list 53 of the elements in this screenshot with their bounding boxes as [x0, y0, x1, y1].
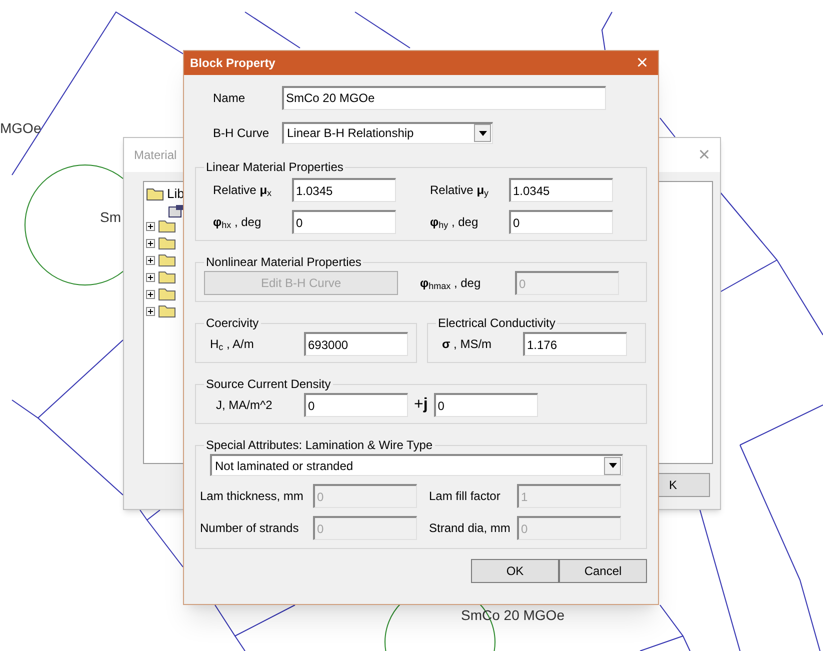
dialog-button[interactable]: OK — [471, 559, 559, 583]
folder-icon — [158, 270, 176, 284]
region-label: Sm — [100, 208, 121, 227]
dialog-button[interactable]: Cancel — [559, 559, 647, 583]
group-title: Nonlinear Material Properties — [205, 254, 362, 271]
window-title: Block Property — [190, 55, 276, 72]
group-title: Source Current Density — [205, 376, 332, 393]
field-label: σ , MS/m — [441, 336, 493, 353]
field-label: Lam fill factor — [428, 488, 502, 505]
field-label: Lam thickness, mm — [200, 488, 304, 505]
field-label: φ$_{hmax}$ , deg — [420, 275, 482, 292]
close-icon[interactable]: × — [636, 53, 648, 73]
field-label: J, MA/m^2 — [215, 397, 274, 414]
input-field[interactable]: 1.0345 — [292, 178, 396, 202]
expand-icon[interactable] — [146, 306, 155, 316]
field-label: Number of strands — [200, 520, 300, 537]
folder-icon — [158, 304, 176, 318]
expand-icon[interactable] — [146, 238, 155, 248]
folder-icon — [158, 287, 176, 301]
field-label: Relative μ$_{y}$ — [429, 182, 490, 199]
expand-icon[interactable] — [146, 222, 155, 230]
field-label: Relative μ$_{x}$ — [212, 182, 273, 199]
group-title: Special Attributes: Lamination & Wire Type — [205, 437, 434, 454]
input-field[interactable]: SmCo 20 MGOe — [282, 86, 606, 110]
input-field[interactable]: 1.0345 — [509, 178, 613, 202]
field-label: B-H Curve — [212, 124, 270, 142]
expand-icon[interactable] — [146, 256, 155, 264]
input-field[interactable]: 0 — [304, 393, 408, 417]
group-title: Linear Material Properties — [205, 159, 344, 176]
region-label: MGOe — [0, 119, 42, 138]
field-label: Name — [212, 90, 246, 106]
input-field[interactable]: 693000 — [304, 332, 408, 356]
field-label: Strand dia, mm — [428, 520, 512, 537]
field-label: φ$_{hy}$ , deg — [429, 214, 480, 231]
folder-icon — [158, 219, 176, 233]
folder-icon — [146, 186, 164, 201]
folder-icon — [158, 253, 176, 267]
document-icon — [168, 204, 184, 218]
input-field[interactable]: 1.176 — [523, 332, 627, 356]
bh-curve-dropdown[interactable]: Linear B-H Relationship — [282, 122, 493, 144]
field-label: H$_{c}$ , A/m — [209, 336, 255, 353]
expand-icon[interactable] — [146, 272, 155, 282]
wire-type-dropdown[interactable]: Not laminated or stranded — [210, 454, 623, 476]
input-field[interactable]: 0 — [292, 210, 396, 234]
input-field[interactable]: 0 — [434, 393, 538, 417]
folder-icon — [158, 236, 176, 250]
field-label: φ$_{hx}$ , deg — [212, 214, 262, 231]
window-title: Material — [134, 147, 177, 164]
group-title: Electrical Conductivity — [437, 315, 556, 332]
input-field[interactable]: 0 — [509, 210, 613, 234]
expand-icon[interactable] — [146, 290, 155, 298]
group-title: Coercivity — [205, 315, 260, 332]
field-label: +j — [414, 395, 428, 415]
